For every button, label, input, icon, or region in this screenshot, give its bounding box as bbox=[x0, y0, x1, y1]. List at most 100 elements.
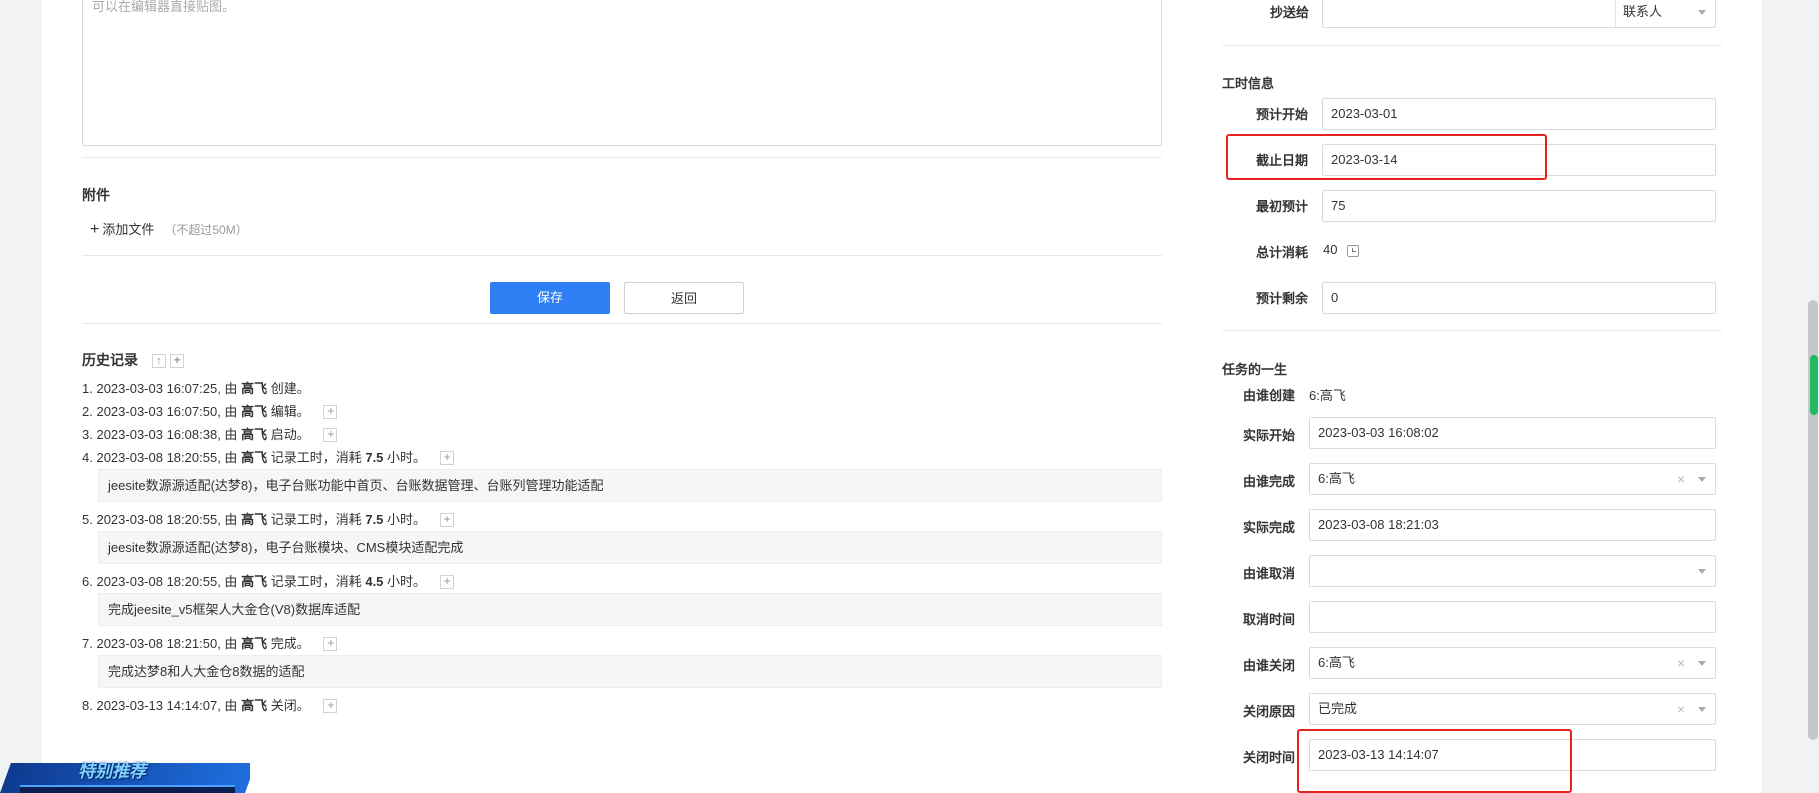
history-comment: jeesite数源源适配(达梦8)，电子台账功能中首页、台账数据管理、台账列管理… bbox=[98, 469, 1162, 502]
entry-time: 2023-03-08 18:20:55 bbox=[96, 512, 218, 527]
expand-entry-icon[interactable] bbox=[439, 512, 454, 527]
clear-icon[interactable]: × bbox=[1677, 694, 1685, 724]
clear-icon[interactable]: × bbox=[1677, 464, 1685, 494]
add-file-button[interactable]: + 添加文件 （不超过50M） bbox=[90, 219, 248, 239]
entry-time: 2023-03-03 16:07:25 bbox=[96, 381, 218, 396]
chevron-down-icon bbox=[1698, 569, 1706, 574]
history-entry: 1. 2023-03-03 16:07:25, 由 高飞 创建。 bbox=[82, 381, 310, 396]
created-by-value: 6:高飞 bbox=[1309, 388, 1346, 403]
finished-by-label: 由谁完成 bbox=[1243, 474, 1296, 489]
cc-label: 抄送给 bbox=[1270, 5, 1310, 20]
est-start-input[interactable]: 2023-03-01 bbox=[1322, 98, 1716, 130]
divider bbox=[1222, 330, 1722, 331]
expand-entry-icon[interactable] bbox=[323, 427, 338, 442]
cc-divider bbox=[1615, 0, 1616, 27]
entry-unit: 小时。 bbox=[387, 450, 427, 465]
entry-time: 2023-03-08 18:20:55 bbox=[96, 450, 218, 465]
actual-finish-input[interactable]: 2023-03-08 18:21:03 bbox=[1309, 509, 1716, 541]
entry-number: 6. bbox=[82, 574, 93, 589]
history-comment: 完成达梦8和人大金仓8数据的适配 bbox=[98, 655, 1162, 688]
divider bbox=[1222, 45, 1722, 46]
entry-action: 编辑。 bbox=[270, 404, 310, 419]
entry-number: 1. bbox=[82, 381, 93, 396]
description-editor[interactable]: 可以在编辑器直接贴图。 bbox=[82, 0, 1162, 146]
add-file-label: 添加文件 bbox=[102, 222, 155, 237]
entry-action: 记录工时，消耗 bbox=[270, 512, 362, 527]
entry-by: 由 bbox=[224, 381, 238, 396]
reverse-order-icon[interactable] bbox=[151, 354, 166, 369]
close-reason-label: 关闭原因 bbox=[1243, 704, 1296, 719]
expand-entry-icon[interactable] bbox=[323, 636, 338, 651]
chevron-down-icon bbox=[1698, 707, 1706, 712]
entry-by: 由 bbox=[224, 512, 238, 527]
est-remaining-label: 预计剩余 bbox=[1256, 291, 1309, 306]
cancel-time-input[interactable] bbox=[1309, 601, 1716, 633]
recommend-banner[interactable]: 特别推荐 bbox=[0, 755, 250, 793]
contact-select[interactable]: 联系人 bbox=[1623, 0, 1662, 27]
actual-finish-label: 实际完成 bbox=[1243, 520, 1296, 535]
entry-number: 2. bbox=[82, 404, 93, 419]
entry-time: 2023-03-13 14:14:07 bbox=[96, 698, 218, 713]
entry-number: 5. bbox=[82, 512, 93, 527]
expand-entry-icon[interactable] bbox=[439, 450, 454, 465]
closed-by-label: 由谁关闭 bbox=[1243, 658, 1296, 673]
closed-by-select[interactable]: 6:高飞 × bbox=[1309, 647, 1716, 679]
chevron-down-icon bbox=[1698, 10, 1706, 15]
total-consumed-number: 40 bbox=[1323, 242, 1338, 257]
finished-by-select[interactable]: 6:高飞 × bbox=[1309, 463, 1716, 495]
total-consumed-value: 40 bbox=[1323, 242, 1360, 257]
est-start-label: 预计开始 bbox=[1256, 107, 1309, 122]
entry-hours: 4.5 bbox=[365, 574, 384, 589]
back-button[interactable]: 返回 bbox=[624, 282, 744, 314]
entry-hours: 7.5 bbox=[365, 512, 384, 527]
highlight-box-close-time bbox=[1297, 729, 1572, 793]
entry-by: 由 bbox=[224, 450, 238, 465]
cancel-time-label: 取消时间 bbox=[1243, 612, 1296, 627]
entry-time: 2023-03-03 16:08:38 bbox=[96, 427, 218, 442]
scrollbar-indicator bbox=[1810, 355, 1818, 415]
entry-action: 创建。 bbox=[270, 381, 310, 396]
entry-hours: 7.5 bbox=[365, 450, 384, 465]
expand-all-icon[interactable] bbox=[169, 354, 184, 369]
canceled-by-select[interactable] bbox=[1309, 555, 1716, 587]
divider bbox=[82, 255, 1162, 256]
close-reason-select[interactable]: 已完成 × bbox=[1309, 693, 1716, 725]
entry-action: 记录工时，消耗 bbox=[270, 574, 362, 589]
banner-text: 特别推荐 bbox=[78, 762, 146, 781]
save-button[interactable]: 保存 bbox=[490, 282, 610, 314]
entry-by: 由 bbox=[224, 574, 238, 589]
entry-action: 关闭。 bbox=[270, 698, 310, 713]
history-entry: 3. 2023-03-03 16:08:38, 由 高飞 启动。 bbox=[82, 425, 338, 445]
entry-number: 4. bbox=[82, 450, 93, 465]
cc-input[interactable]: 联系人 bbox=[1322, 0, 1716, 28]
entry-action: 启动。 bbox=[270, 427, 310, 442]
clear-icon[interactable]: × bbox=[1677, 648, 1685, 678]
clock-icon[interactable] bbox=[1347, 244, 1360, 257]
entry-number: 8. bbox=[82, 698, 93, 713]
history-entry: 6. 2023-03-08 18:20:55, 由 高飞 记录工时，消耗 4.5… bbox=[82, 572, 454, 592]
history-entry: 4. 2023-03-08 18:20:55, 由 高飞 记录工时，消耗 7.5… bbox=[82, 448, 454, 468]
entry-user: 高飞 bbox=[241, 698, 268, 713]
entry-time: 2023-03-08 18:21:50 bbox=[96, 636, 218, 651]
history-comment: 完成jeesite_v5框架人大金仓(V8)数据库适配 bbox=[98, 593, 1162, 626]
entry-time: 2023-03-08 18:20:55 bbox=[96, 574, 218, 589]
entry-by: 由 bbox=[224, 698, 238, 713]
history-title-text: 历史记录 bbox=[82, 352, 138, 368]
history-entry: 2. 2023-03-03 16:07:50, 由 高飞 编辑。 bbox=[82, 402, 338, 422]
work-hours-title: 工时信息 bbox=[1222, 76, 1275, 91]
initial-estimate-input[interactable]: 75 bbox=[1322, 190, 1716, 222]
expand-entry-icon[interactable] bbox=[323, 698, 338, 713]
entry-action: 完成。 bbox=[270, 636, 310, 651]
expand-entry-icon[interactable] bbox=[323, 404, 338, 419]
close-time-label: 关闭时间 bbox=[1243, 750, 1296, 765]
file-size-hint: （不超过50M） bbox=[164, 223, 248, 237]
entry-user: 高飞 bbox=[241, 404, 268, 419]
banner-strip bbox=[20, 785, 235, 793]
highlight-box-deadline bbox=[1226, 134, 1547, 180]
est-remaining-input[interactable]: 0 bbox=[1322, 282, 1716, 314]
history-comment: jeesite数源源适配(达梦8)，电子台账模块、CMS模块适配完成 bbox=[98, 531, 1162, 564]
entry-user: 高飞 bbox=[241, 427, 268, 442]
chevron-down-icon bbox=[1698, 477, 1706, 482]
expand-entry-icon[interactable] bbox=[439, 574, 454, 589]
actual-start-input[interactable]: 2023-03-03 16:08:02 bbox=[1309, 417, 1716, 449]
